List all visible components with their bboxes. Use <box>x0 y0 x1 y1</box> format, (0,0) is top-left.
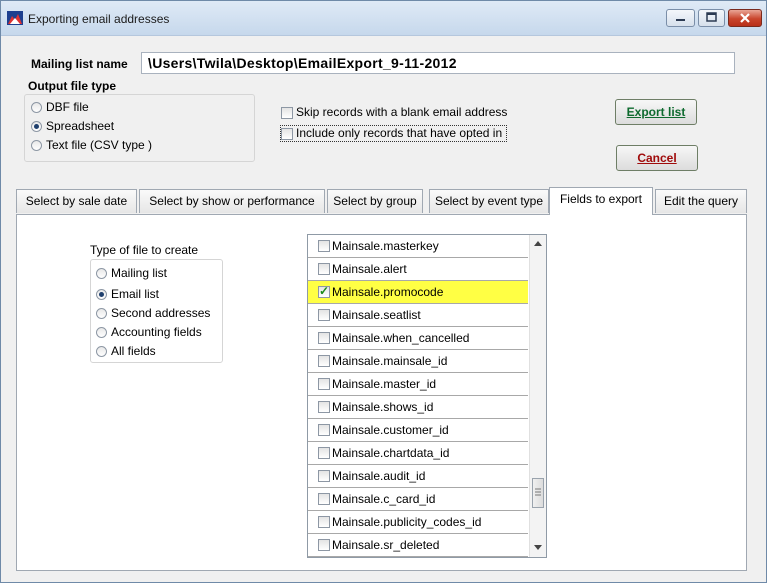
output-type-label: Output file type <box>28 79 116 93</box>
field-checkbox[interactable] <box>318 284 330 298</box>
minimize-icon <box>676 19 685 21</box>
field-row[interactable]: Mainsale.seatlist <box>308 304 528 327</box>
field-name: Mainsale.seatlist <box>332 308 421 322</box>
radio-mailing-list-label: Mailing list <box>111 266 168 280</box>
field-row[interactable]: Mainsale.chartdata_id <box>308 442 528 465</box>
radio-all-fields-label: All fields <box>111 344 156 358</box>
field-name: Mainsale.shows_id <box>332 400 434 414</box>
skip-blank-checkbox[interactable] <box>281 107 293 119</box>
field-row[interactable]: Mainsale.audit_id <box>308 465 528 488</box>
tab-show-performance[interactable]: Select by show or performance <box>139 189 325 213</box>
tab-fields-to-export[interactable]: Fields to export <box>549 187 653 215</box>
radio-dbf-label: DBF file <box>46 100 89 114</box>
dialog-body: Mailing list name \Users\Twila\Desktop\E… <box>7 36 760 576</box>
tab-strip: Select by sale date Select by show or pe… <box>16 187 747 215</box>
window-title: Exporting email addresses <box>28 12 170 26</box>
field-name: Mainsale.promocode <box>332 285 444 299</box>
field-checkbox[interactable] <box>318 309 330 321</box>
field-name: Mainsale.c_card_id <box>332 492 436 506</box>
field-name: Mainsale.alert <box>332 262 407 276</box>
radio-dbf[interactable] <box>31 102 42 113</box>
field-row[interactable]: Mainsale.master_id <box>308 373 528 396</box>
export-list-button[interactable]: Export list <box>615 99 697 125</box>
field-name: Mainsale.sr_deleted <box>332 538 440 552</box>
field-checkbox[interactable] <box>318 378 330 390</box>
field-row[interactable]: Mainsale.when_cancelled <box>308 327 528 350</box>
mailing-list-label: Mailing list name <box>31 57 128 71</box>
title-bar[interactable]: Exporting email addresses <box>1 1 766 36</box>
field-row[interactable]: Mainsale.promocode <box>308 281 528 304</box>
close-button[interactable] <box>728 9 762 27</box>
field-checkbox[interactable] <box>318 401 330 413</box>
maximize-icon <box>706 12 717 22</box>
field-checkbox[interactable] <box>318 240 330 252</box>
mailing-list-field[interactable]: \Users\Twila\Desktop\EmailExport_9-11-20… <box>141 52 735 74</box>
file-type-group: Mailing list Email list Second addresses… <box>90 259 223 363</box>
field-checkbox[interactable] <box>318 470 330 482</box>
field-name: Mainsale.when_cancelled <box>332 331 470 345</box>
field-row[interactable]: Mainsale.mainsale_id <box>308 350 528 373</box>
field-checkbox[interactable] <box>318 332 330 344</box>
tab-group[interactable]: Select by group <box>327 189 423 213</box>
radio-spreadsheet[interactable] <box>31 121 42 132</box>
file-type-label: Type of file to create <box>90 243 199 257</box>
export-window: Exporting email addresses Mailing list n… <box>0 0 767 583</box>
output-type-group: DBF file Spreadsheet Text file (CSV type… <box>24 94 255 162</box>
fields-panel: Type of file to create Mailing list Emai… <box>16 214 747 571</box>
field-checkbox[interactable] <box>318 516 330 528</box>
radio-second-addresses-label: Second addresses <box>111 306 211 320</box>
tab-sale-date[interactable]: Select by sale date <box>16 189 137 213</box>
grip-icon <box>535 488 541 496</box>
radio-mailing-list[interactable] <box>96 268 107 279</box>
mailing-list-value: \Users\Twila\Desktop\EmailExport_9-11-20… <box>148 55 457 71</box>
field-checkbox[interactable] <box>318 493 330 505</box>
field-row[interactable]: Mainsale.sr_deleted <box>308 534 528 557</box>
field-checkbox[interactable] <box>318 539 330 551</box>
field-checkbox[interactable] <box>318 355 330 367</box>
field-name: Mainsale.publicity_codes_id <box>332 515 482 529</box>
radio-accounting-fields-label: Accounting fields <box>111 325 202 339</box>
field-name: Mainsale.mainsale_id <box>332 354 448 368</box>
scroll-down-icon[interactable] <box>533 544 543 552</box>
scroll-thumb[interactable] <box>532 478 544 508</box>
field-name: Mainsale.chartdata_id <box>332 446 450 460</box>
field-name: Mainsale.master_id <box>332 377 437 391</box>
field-name: Mainsale.customer_id <box>332 423 449 437</box>
radio-email-list[interactable] <box>96 289 107 300</box>
tab-edit-query[interactable]: Edit the query <box>655 189 747 213</box>
fields-list[interactable]: Mainsale.masterkey Mainsale.alert Mainsale… <box>307 234 547 558</box>
field-row[interactable]: Mainsale.c_card_id <box>308 488 528 511</box>
field-checkbox[interactable] <box>318 263 330 275</box>
field-checkbox[interactable] <box>318 424 330 436</box>
cancel-button[interactable]: Cancel <box>616 145 698 171</box>
field-name: Mainsale.audit_id <box>332 469 426 483</box>
field-checkbox[interactable] <box>318 447 330 459</box>
radio-accounting-fields[interactable] <box>96 327 107 338</box>
app-icon <box>7 11 23 25</box>
radio-email-list-label: Email list <box>111 287 160 301</box>
scroll-up-icon[interactable] <box>533 240 543 248</box>
close-icon <box>740 13 750 23</box>
tab-event-type[interactable]: Select by event type <box>429 189 549 213</box>
skip-blank-label: Skip records with a blank email address <box>296 105 508 119</box>
radio-text-csv-label: Text file (CSV type ) <box>46 138 153 152</box>
fields-scrollbar[interactable] <box>529 235 546 557</box>
field-row[interactable]: Mainsale.masterkey <box>308 235 528 258</box>
maximize-button[interactable] <box>698 9 725 27</box>
opted-in-label: Include only records that have opted in <box>296 126 503 140</box>
field-row[interactable]: Mainsale.customer_id <box>308 419 528 442</box>
minimize-button[interactable] <box>666 9 695 27</box>
radio-second-addresses[interactable] <box>96 308 107 319</box>
field-row[interactable]: Mainsale.publicity_codes_id <box>308 511 528 534</box>
field-row[interactable]: Mainsale.alert <box>308 258 528 281</box>
radio-all-fields[interactable] <box>96 346 107 357</box>
field-name: Mainsale.masterkey <box>332 239 439 253</box>
field-row[interactable]: Mainsale.shows_id <box>308 396 528 419</box>
radio-spreadsheet-label: Spreadsheet <box>46 119 115 133</box>
radio-text-csv[interactable] <box>31 140 42 151</box>
